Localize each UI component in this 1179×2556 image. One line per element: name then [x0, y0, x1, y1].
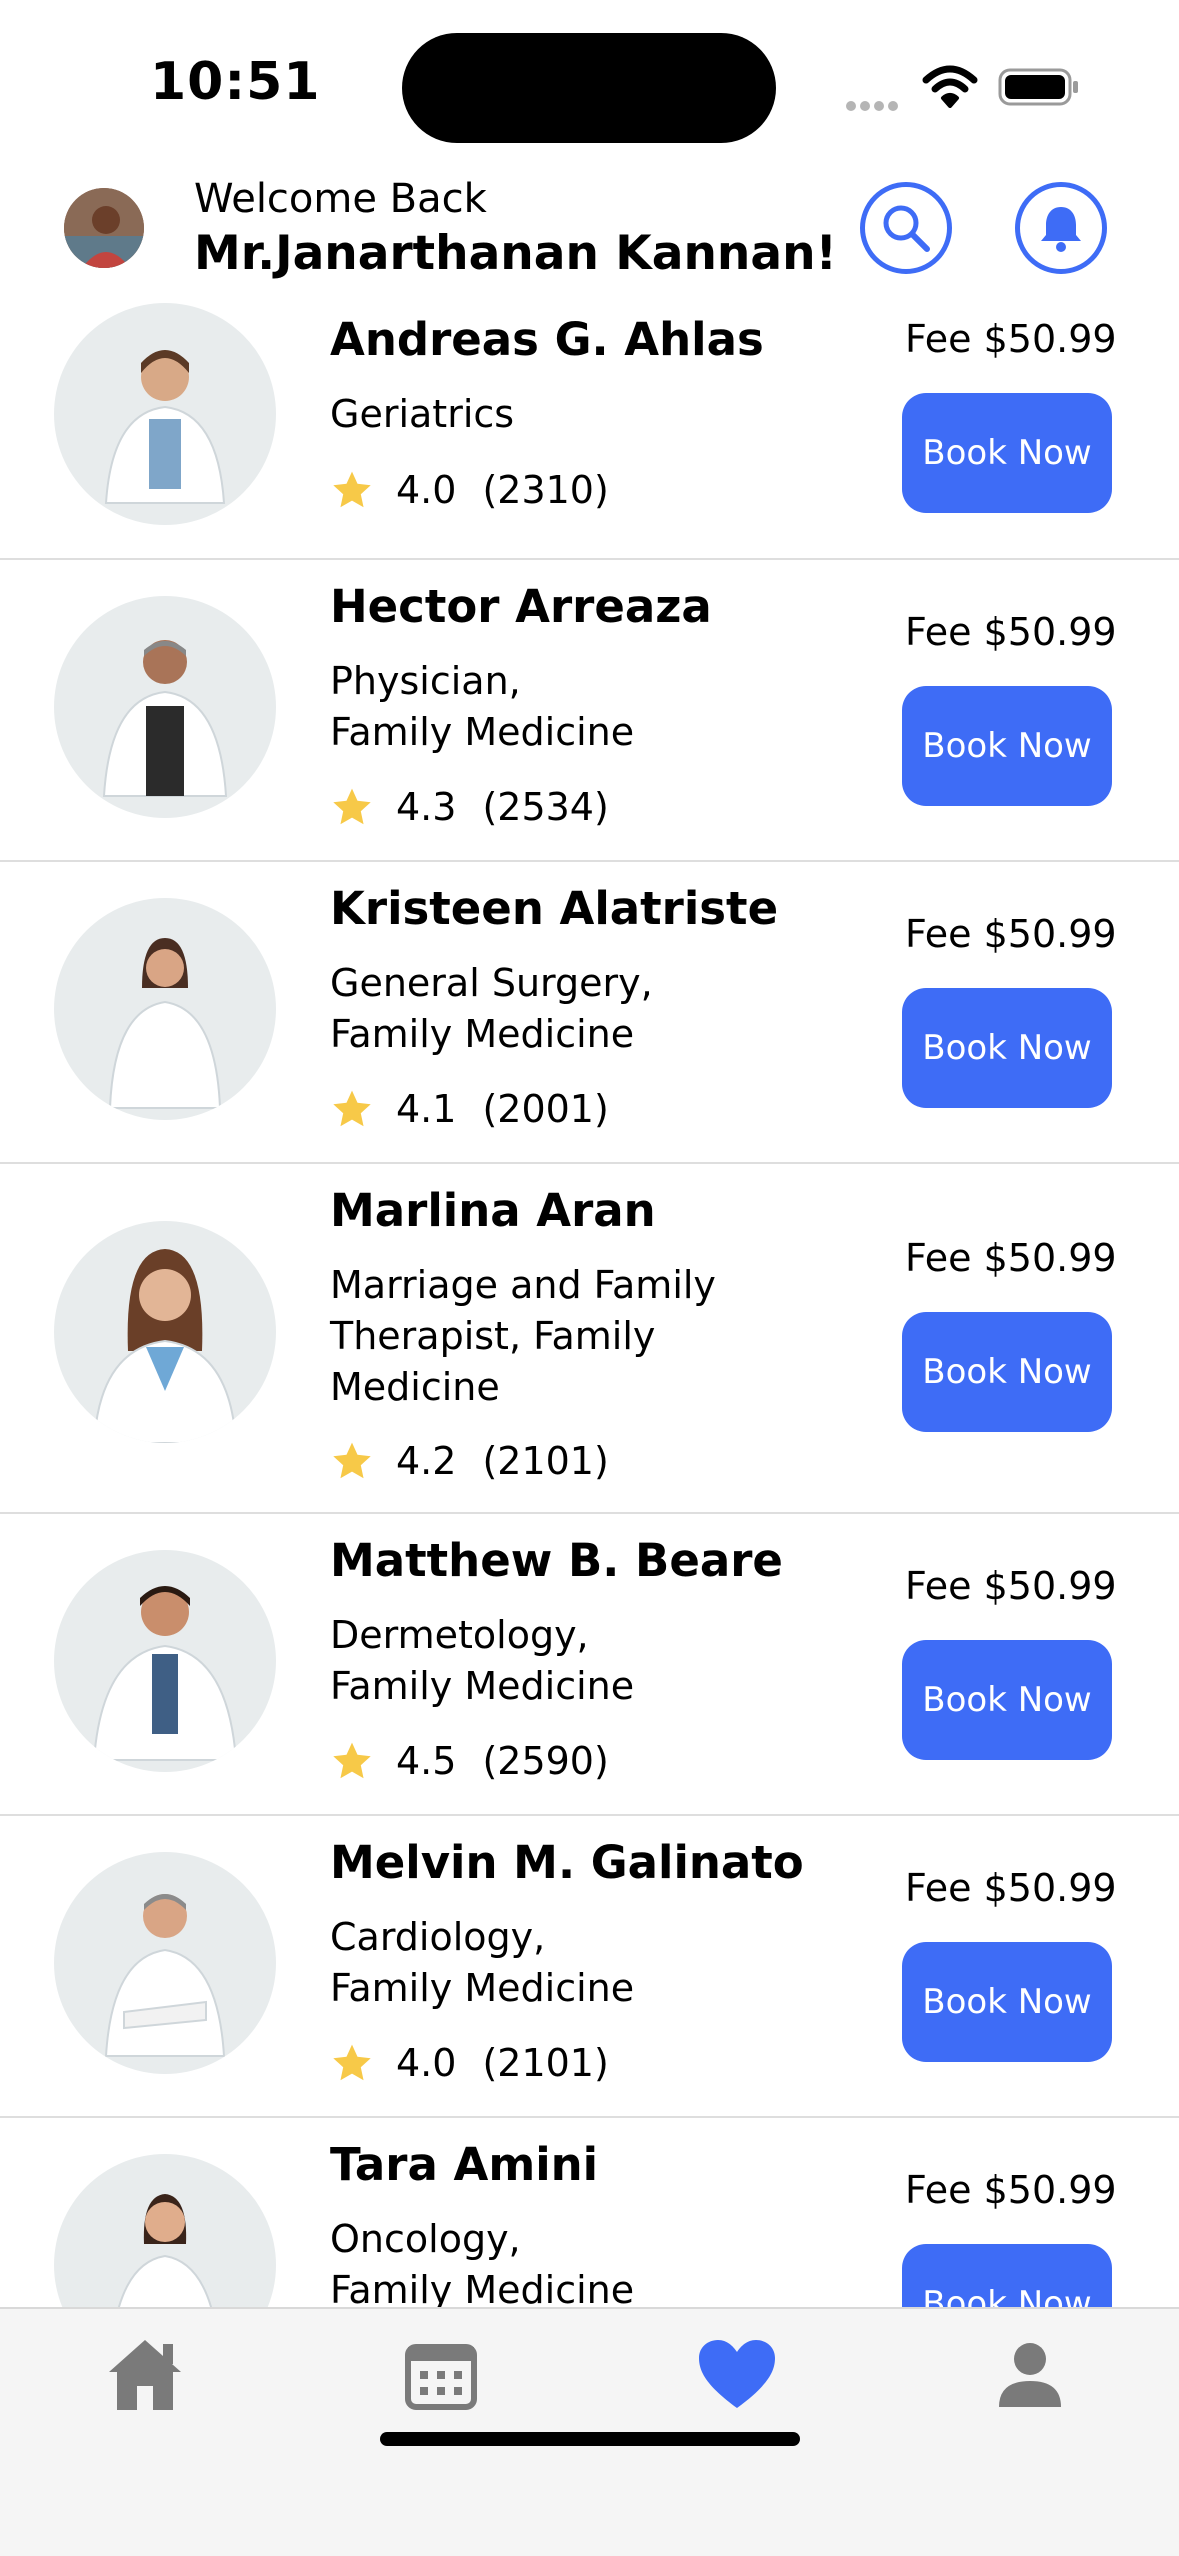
- doctor-card[interactable]: Melvin M. Galinato Cardiology, Family Me…: [0, 1816, 1179, 2118]
- star-icon: [333, 1442, 371, 1479]
- doctor-fee: Fee $50.99: [905, 912, 1117, 956]
- person-icon: [999, 2343, 1061, 2407]
- search-button[interactable]: [860, 182, 952, 274]
- doctor-rating: 4.0 (2310): [330, 465, 609, 515]
- rating-value: 4.0: [396, 468, 457, 512]
- doctor-fee: Fee $50.99: [905, 317, 1117, 361]
- doctor-photo: [54, 303, 276, 525]
- star-icon: [333, 471, 371, 508]
- review-count: (2101): [482, 2041, 609, 2085]
- review-count: (2101): [482, 1439, 609, 1483]
- doctor-rating: 4.3 (2534): [330, 782, 609, 832]
- doctor-specialty: Geriatrics: [330, 392, 515, 436]
- doctor-fee: Fee $50.99: [905, 610, 1117, 654]
- search-icon: [883, 205, 930, 252]
- home-icon: [109, 2340, 181, 2410]
- review-count: (2534): [482, 785, 609, 829]
- doctor-specialty: Physician, Family Medicine: [330, 659, 635, 754]
- notifications-button[interactable]: [1015, 182, 1107, 274]
- star-icon: [333, 1742, 371, 1779]
- rating-value: 4.5: [396, 1739, 457, 1783]
- doctor-card[interactable]: Marlina Aran Marriage and Family Therapi…: [0, 1164, 1179, 1514]
- doctor-fee: Fee $50.99: [905, 2168, 1117, 2212]
- status-time: 10:51: [150, 52, 321, 112]
- doctor-photo: [54, 2154, 276, 2307]
- doctor-fee: Fee $50.99: [905, 1564, 1117, 1608]
- doctor-card[interactable]: Kristeen Alatriste General Surgery, Fami…: [0, 862, 1179, 1164]
- doctor-photo: [54, 1221, 276, 1443]
- doctor-fee: Fee $50.99: [905, 1236, 1117, 1280]
- book-now-button[interactable]: Book Now: [902, 393, 1112, 513]
- cellular-signal-icon: [846, 96, 906, 111]
- tab-profile[interactable]: [985, 2329, 1075, 2419]
- book-now-button[interactable]: Book Now: [902, 1312, 1112, 1432]
- doctor-name: Melvin M. Galinato: [330, 1836, 804, 1889]
- wifi-icon: [922, 65, 978, 108]
- star-icon: [333, 2044, 371, 2081]
- doctor-name: Hector Arreaza: [330, 580, 712, 633]
- doctor-card[interactable]: Tara Amini Oncology, Family Medicine Fee…: [0, 2118, 1179, 2307]
- doctor-name: Tara Amini: [330, 2138, 599, 2191]
- doctor-card[interactable]: Andreas G. Ahlas Geriatrics 4.0 (2310) F…: [0, 295, 1179, 560]
- doctor-specialty: Dermetology, Family Medicine: [330, 1613, 635, 1708]
- review-count: (2001): [482, 1087, 609, 1131]
- welcome-text: Welcome Back: [194, 176, 487, 222]
- book-now-button[interactable]: Book Now: [902, 2244, 1112, 2307]
- doctor-rating: 4.2 (2101): [330, 1436, 609, 1486]
- user-name: Mr.Janarthanan Kannan!: [194, 226, 837, 281]
- dynamic-island: [402, 33, 776, 143]
- calendar-icon: [405, 2344, 477, 2410]
- book-now-button[interactable]: Book Now: [902, 1640, 1112, 1760]
- doctor-name: Matthew B. Beare: [330, 1534, 783, 1587]
- home-indicator: [380, 2432, 800, 2446]
- doctor-photo: [54, 596, 276, 818]
- doctor-photo: [54, 898, 276, 1120]
- rating-value: 4.3: [396, 785, 457, 829]
- book-now-button[interactable]: Book Now: [902, 988, 1112, 1108]
- book-now-button[interactable]: Book Now: [902, 686, 1112, 806]
- rating-value: 4.0: [396, 2041, 457, 2085]
- tab-favorites[interactable]: [692, 2329, 782, 2419]
- doctor-rating: 4.0 (2101): [330, 2038, 609, 2088]
- doctor-specialty: Marriage and Family Therapist, Family Me…: [330, 1263, 716, 1409]
- doctor-fee: Fee $50.99: [905, 1866, 1117, 1910]
- rating-value: 4.1: [396, 1087, 457, 1131]
- status-bar: 10:51: [0, 0, 1179, 150]
- star-icon: [333, 1090, 371, 1127]
- book-now-button[interactable]: Book Now: [902, 1942, 1112, 2062]
- doctor-card[interactable]: Hector Arreaza Physician, Family Medicin…: [0, 560, 1179, 862]
- bell-icon: [1041, 207, 1081, 252]
- doctor-photo: [54, 1550, 276, 1772]
- doctor-specialty: Oncology, Family Medicine: [330, 2217, 635, 2307]
- doctor-list[interactable]: Andreas G. Ahlas Geriatrics 4.0 (2310) F…: [0, 295, 1179, 2307]
- doctor-rating: 4.1 (2001): [330, 1084, 609, 1134]
- avatar[interactable]: [64, 188, 144, 268]
- header: Welcome Back Mr.Janarthanan Kannan!: [0, 160, 1179, 295]
- heart-icon: [699, 2340, 775, 2408]
- tab-home[interactable]: [100, 2329, 190, 2419]
- tab-calendar[interactable]: [396, 2329, 486, 2419]
- doctor-name: Marlina Aran: [330, 1184, 656, 1237]
- doctor-photo: [54, 1852, 276, 2074]
- rating-value: 4.2: [396, 1439, 457, 1483]
- doctor-name: Kristeen Alatriste: [330, 882, 779, 935]
- doctor-rating: 4.5 (2590): [330, 1736, 609, 1786]
- star-icon: [333, 788, 371, 825]
- doctor-name: Andreas G. Ahlas: [330, 313, 764, 366]
- review-count: (2590): [482, 1739, 609, 1783]
- doctor-specialty: General Surgery, Family Medicine: [330, 961, 653, 1056]
- doctor-specialty: Cardiology, Family Medicine: [330, 1915, 635, 2010]
- doctor-card[interactable]: Matthew B. Beare Dermetology, Family Med…: [0, 1514, 1179, 1816]
- review-count: (2310): [482, 468, 609, 512]
- battery-icon: [998, 68, 1078, 106]
